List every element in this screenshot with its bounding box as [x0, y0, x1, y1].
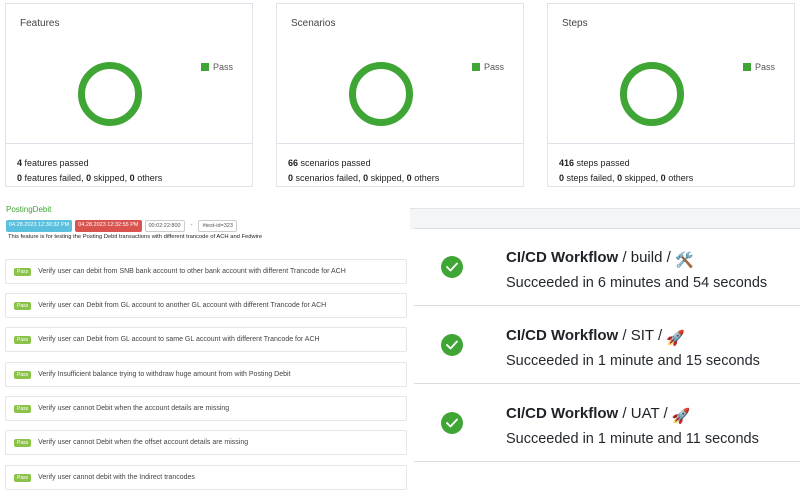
- pass-badge: Pass: [14, 267, 32, 276]
- others-count: 0: [660, 173, 666, 183]
- scenario-title: Verify user can Debit from GL account to…: [38, 336, 320, 343]
- workflow-job: build: [630, 249, 663, 266]
- check-circle-icon: [441, 256, 463, 278]
- pass-badge: Pass: [14, 370, 32, 379]
- features-summary-card: Features Pass 4 features passed 0 featur…: [5, 3, 253, 187]
- card-footer: 66 scenarios passed 0 scenarios failed, …: [277, 143, 523, 186]
- others-count: 0: [129, 173, 135, 183]
- pass-badge: Pass: [14, 335, 32, 344]
- others-text: others: [414, 173, 440, 183]
- chart-legend[interactable]: Pass: [743, 62, 775, 72]
- workflow-job: SIT: [630, 327, 654, 344]
- workflow-status: Succeeded in 1 minute and 11 seconds: [506, 431, 759, 447]
- scenario-row[interactable]: Pass Verify user can Debit from GL accou…: [5, 293, 407, 318]
- workflow-title: CI/CD Workflow / UAT / 🚀: [506, 405, 691, 425]
- start-time-badge: 04.28.2023 12:30:32 PM: [6, 220, 73, 232]
- scenario-row[interactable]: Pass Verify user cannot debit with the I…: [5, 465, 407, 490]
- workflow-status: Succeeded in 1 minute and 15 seconds: [506, 353, 760, 369]
- test-id-tag: #test-id=323: [198, 220, 237, 232]
- tag-separator: -: [187, 220, 196, 232]
- skipped-text: skipped,: [624, 173, 659, 183]
- workflow-run[interactable]: CI/CD Workflow / SIT / 🚀 Succeeded in 1 …: [414, 307, 800, 384]
- scenario-title: Verify Insufficient balance trying to wi…: [38, 371, 291, 378]
- workflow-job: UAT: [630, 405, 660, 422]
- chart-legend[interactable]: Pass: [472, 62, 504, 72]
- duration-badge: 00:02:22:800: [144, 220, 185, 232]
- scenarios-donut-chart: [349, 62, 413, 126]
- workflow-title: CI/CD Workflow / build / 🛠️: [506, 249, 694, 269]
- scenario-row[interactable]: Pass Verify user can debit from SNB bank…: [5, 259, 407, 284]
- passed-count: 4: [17, 158, 23, 168]
- scenario-row[interactable]: Pass Verify user cannot Debit when the o…: [5, 430, 407, 455]
- legend-label: Pass: [484, 62, 505, 72]
- passed-text: scenarios passed: [300, 158, 371, 168]
- feature-description: This feature is for testing the Posting …: [8, 234, 263, 240]
- card-title: Features: [20, 18, 60, 29]
- failed-count: 0: [288, 173, 294, 183]
- skipped-count: 0: [86, 173, 92, 183]
- pass-badge: Pass: [14, 438, 32, 447]
- scenario-title: Verify user cannot debit with the Indire…: [38, 474, 195, 481]
- scenario-title: Verify user cannot Debit when the accoun…: [38, 405, 230, 412]
- workflow-name: CI/CD Workflow: [506, 249, 619, 266]
- others-text: others: [668, 173, 694, 183]
- legend-label: Pass: [755, 62, 776, 72]
- passed-count: 66: [288, 158, 299, 168]
- rocket-icon: 🚀: [671, 408, 691, 425]
- legend-swatch: [472, 63, 480, 71]
- pass-badge: Pass: [14, 301, 32, 310]
- feature-name[interactable]: PostingDebit: [6, 205, 51, 214]
- passed-text: features passed: [24, 158, 89, 168]
- check-circle-icon: [441, 412, 463, 434]
- pass-badge: Pass: [14, 404, 32, 413]
- legend-swatch: [743, 63, 751, 71]
- hammer-wrench-icon: 🛠️: [674, 252, 694, 269]
- legend-swatch: [201, 63, 209, 71]
- workflow-runs-panel: CI/CD Workflow / build / 🛠️ Succeeded in…: [414, 228, 800, 465]
- legend-label: Pass: [213, 62, 234, 72]
- check-circle-icon: [441, 334, 463, 356]
- failed-text: scenarios failed,: [295, 173, 361, 183]
- failed-text: steps failed,: [566, 173, 615, 183]
- workflow-panel-header: [410, 208, 800, 229]
- features-donut-chart: [78, 62, 142, 126]
- workflow-status: Succeeded in 6 minutes and 54 seconds: [506, 275, 768, 291]
- workflow-name: CI/CD Workflow: [506, 327, 619, 344]
- passed-count: 416: [559, 158, 575, 168]
- scenario-title: Verify user can Debit from GL account to…: [38, 302, 327, 309]
- card-footer: 416 steps passed 0 steps failed, 0 skipp…: [548, 143, 794, 186]
- feature-tags: 04.28.2023 12:30:32 PM 04.28.2023 12:32:…: [6, 220, 237, 232]
- passed-text: steps passed: [576, 158, 630, 168]
- failed-count: 0: [17, 173, 23, 183]
- workflow-run[interactable]: CI/CD Workflow / UAT / 🚀 Succeeded in 1 …: [414, 385, 800, 462]
- skipped-text: skipped,: [93, 173, 128, 183]
- scenario-row[interactable]: Pass Verify Insufficient balance trying …: [5, 362, 407, 387]
- failed-text: features failed,: [24, 173, 84, 183]
- workflow-title: CI/CD Workflow / SIT / 🚀: [506, 327, 686, 347]
- skipped-count: 0: [617, 173, 623, 183]
- skipped-text: skipped,: [370, 173, 405, 183]
- card-title: Steps: [562, 18, 588, 29]
- card-footer: 4 features passed 0 features failed, 0 s…: [6, 143, 252, 186]
- steps-summary-card: Steps Pass 416 steps passed 0 steps fail…: [547, 3, 795, 187]
- workflow-run[interactable]: CI/CD Workflow / build / 🛠️ Succeeded in…: [414, 229, 800, 306]
- end-time-badge: 04.28.2023 12:32:55 PM: [75, 220, 142, 232]
- chart-legend[interactable]: Pass: [201, 62, 233, 72]
- card-title: Scenarios: [291, 18, 336, 29]
- scenario-title: Verify user cannot Debit when the offset…: [38, 439, 249, 446]
- others-count: 0: [406, 173, 412, 183]
- steps-donut-chart: [620, 62, 684, 126]
- scenario-row[interactable]: Pass Verify user cannot Debit when the a…: [5, 396, 407, 421]
- workflow-name: CI/CD Workflow: [506, 405, 619, 422]
- scenario-title: Verify user can debit from SNB bank acco…: [38, 268, 346, 275]
- failed-count: 0: [559, 173, 565, 183]
- scenario-row[interactable]: Pass Verify user can Debit from GL accou…: [5, 327, 407, 352]
- rocket-icon: 🚀: [666, 330, 686, 347]
- pass-badge: Pass: [14, 473, 32, 482]
- scenarios-summary-card: Scenarios Pass 66 scenarios passed 0 sce…: [276, 3, 524, 187]
- feature-report: PostingDebit 04.28.2023 12:30:32 PM 04.2…: [0, 200, 410, 490]
- others-text: others: [137, 173, 163, 183]
- skipped-count: 0: [363, 173, 369, 183]
